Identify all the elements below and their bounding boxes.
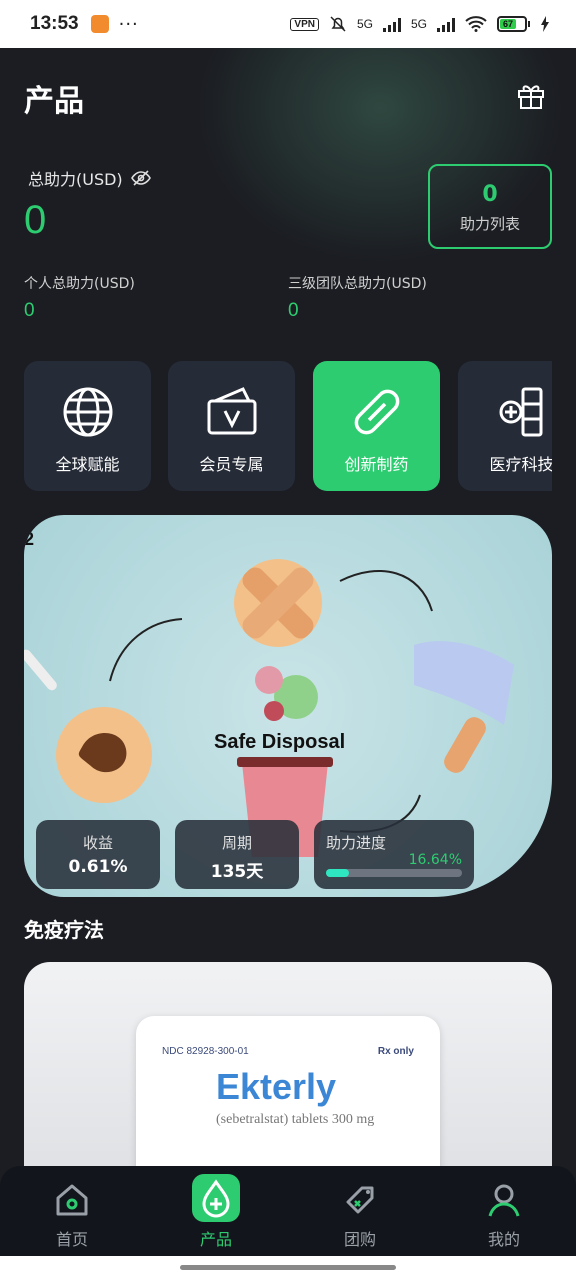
income-value: 0.61% <box>68 857 128 877</box>
tab-me[interactable]: 我的 <box>459 1180 549 1250</box>
status-time: 13:53 <box>30 13 79 34</box>
vpn-icon: VPN <box>290 17 319 31</box>
app-notification-icon <box>90 15 109 33</box>
medical-tech-icon <box>499 387 542 437</box>
wifi-icon <box>465 16 487 32</box>
tab-group-buy-label: 团购 <box>343 1230 376 1249</box>
tab-home[interactable]: 首页 <box>27 1180 117 1250</box>
product-page: 产品 总助力(USD) 0 0 助力列表 个人总助力(USD) 0 三级团队总助… <box>0 48 576 1280</box>
page-title: 产品 <box>24 84 84 119</box>
total-assist-label-text: 总助力(USD) <box>28 170 123 189</box>
category-global[interactable]: 全球赋能 <box>24 361 151 491</box>
progress-bar-fill <box>326 869 349 877</box>
team-assist-value: 0 <box>288 300 299 321</box>
product-rx: Rx only <box>377 1046 414 1057</box>
eye-hidden-icon[interactable] <box>130 170 151 186</box>
progress-stat: 助力进度 16.64% <box>314 820 474 889</box>
mute-bell-icon <box>330 16 346 32</box>
pill-icon <box>354 389 399 435</box>
network-5g-label-1: 5G <box>356 17 373 31</box>
total-assist-label: 总助力(USD) <box>28 166 151 190</box>
assist-list-count: 0 <box>482 182 498 207</box>
category-vip-label: 会员专属 <box>199 455 264 474</box>
product-brand: Ekterly <box>216 1066 337 1107</box>
product-generic-name: (sebetralstat) tablets 300 mg <box>216 1112 375 1127</box>
banner-headline: Safe Disposal <box>214 731 346 753</box>
banner-index: 2 <box>24 529 35 549</box>
category-medtech-label: 医疗科技 <box>489 455 552 474</box>
section-title: 免疫疗法 <box>24 918 104 942</box>
tab-product-label: 产品 <box>199 1230 232 1249</box>
period-value: 135天 <box>210 862 264 882</box>
status-bar: 13:53 ··· VPN 5G 5G 67 <box>0 0 576 48</box>
vip-card-icon <box>207 387 256 435</box>
personal-assist-value: 0 <box>24 300 35 321</box>
home-indicator[interactable] <box>180 1265 396 1270</box>
progress-bar <box>326 869 462 877</box>
category-pharma[interactable]: 创新制药 <box>313 361 440 491</box>
charging-icon <box>541 16 549 32</box>
income-stat: 收益 0.61% <box>36 820 160 889</box>
progress-percent: 16.64% <box>408 852 462 868</box>
total-assist-value: 0 <box>24 198 47 242</box>
category-row: 全球赋能 会员专属 创新制药 医疗科技 <box>24 361 552 491</box>
tab-me-label: 我的 <box>487 1230 520 1249</box>
income-label: 收益 <box>82 834 113 852</box>
battery-level: 67 <box>500 19 517 29</box>
network-5g-label-2: 5G <box>410 17 427 31</box>
progress-label: 助力进度 <box>326 834 387 852</box>
group-buy-tag-icon <box>346 1186 374 1214</box>
period-stat: 周期 135天 <box>175 820 299 889</box>
period-label: 周期 <box>221 834 252 852</box>
featured-banner[interactable]: 2 Safe Disposal 收益 0.61% 周期 135天 助力进度 16… <box>24 515 552 897</box>
category-pharma-label: 创新制药 <box>344 455 409 474</box>
product-drop-icon <box>192 1174 240 1222</box>
assist-list-button[interactable]: 0 助力列表 <box>428 164 552 249</box>
product-ndc: NDC 82928-300-01 <box>162 1046 249 1057</box>
category-medtech[interactable]: 医疗科技 <box>458 361 552 491</box>
profile-icon <box>488 1184 520 1217</box>
bottom-tab-bar: 首页 产品 团购 我的 <box>0 1166 576 1256</box>
tab-home-label: 首页 <box>55 1230 88 1249</box>
personal-assist-label: 个人总助力(USD) <box>24 276 135 292</box>
signal-icon-1 <box>382 16 401 32</box>
category-vip[interactable]: 会员专属 <box>168 361 295 491</box>
more-notifications-icon: ··· <box>118 13 139 35</box>
gift-icon[interactable] <box>516 80 546 110</box>
tab-group-buy[interactable]: 团购 <box>315 1180 405 1250</box>
category-global-label: 全球赋能 <box>55 455 120 474</box>
battery-icon: 67 <box>497 16 530 32</box>
signal-icon-2 <box>437 16 455 32</box>
team-assist-label: 三级团队总助力(USD) <box>288 276 427 292</box>
home-icon <box>56 1184 88 1216</box>
assist-list-label: 助力列表 <box>459 215 520 233</box>
tab-product[interactable]: 产品 <box>171 1174 261 1250</box>
globe-icon <box>63 387 112 437</box>
